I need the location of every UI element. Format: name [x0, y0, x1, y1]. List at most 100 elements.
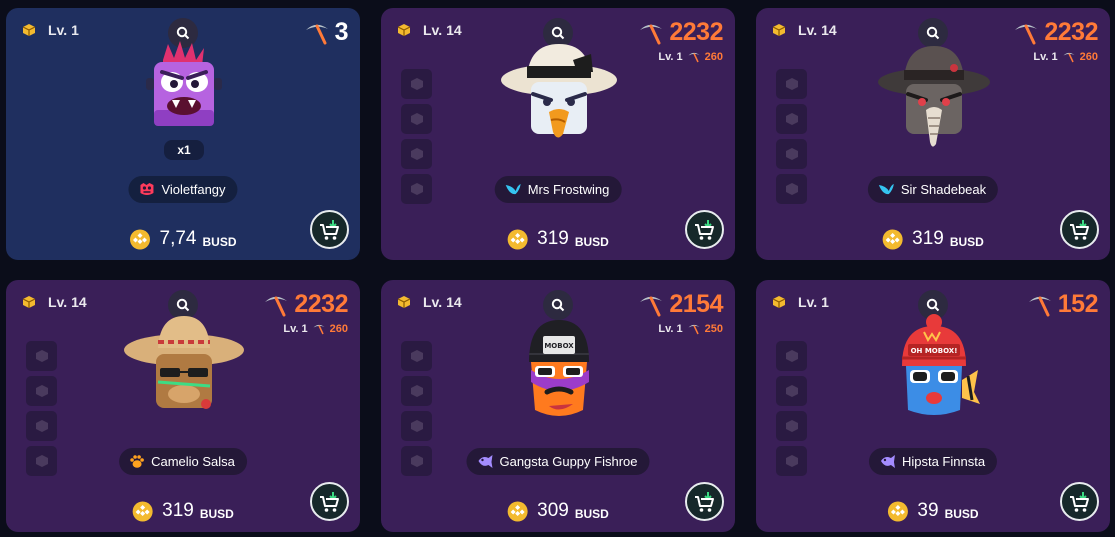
empty-box-icon [410, 113, 423, 125]
empty-box-icon [785, 385, 798, 397]
pickaxe-icon [305, 24, 328, 44]
price-currency: BUSD [944, 506, 979, 521]
pickaxe-icon [1015, 24, 1038, 44]
pickaxe-small-icon [688, 324, 700, 335]
price-value: 319 [912, 228, 944, 249]
camelio-salsa-art [124, 316, 244, 409]
equipment-slot[interactable] [776, 446, 807, 476]
buy-cart-button[interactable] [685, 210, 724, 249]
price-value: 319 [162, 500, 194, 521]
violetfangy-art [146, 41, 222, 126]
empty-box-icon [785, 455, 798, 467]
cart-icon [319, 491, 339, 512]
sub-stats: Lv. 1 260 [1033, 51, 1098, 63]
nft-card[interactable]: Lv. 14 2232 Lv. 1 260 [756, 8, 1110, 260]
hashpower-value: 3 [334, 18, 349, 46]
buy-cart-button[interactable] [1060, 482, 1099, 521]
busd-coin-icon [130, 229, 150, 249]
sub-level: Lv. 1 [283, 323, 308, 335]
box-icon [772, 24, 786, 36]
equipment-slot[interactable] [401, 376, 432, 406]
equipment-slot[interactable] [26, 341, 57, 371]
sub-level: Lv. 1 [658, 323, 683, 335]
sub-stats: Lv. 1 260 [283, 323, 348, 335]
equipment-slot[interactable] [401, 139, 432, 169]
price-currency: BUSD [202, 234, 237, 249]
price-currency: BUSD [949, 234, 984, 249]
box-icon [772, 296, 786, 308]
level-badge: Lv. 1 [22, 22, 79, 38]
empty-box-icon [35, 350, 48, 362]
beanie-label: MOBOX [544, 342, 574, 350]
pickaxe-small-icon [688, 52, 700, 63]
empty-box-icon [410, 350, 423, 362]
equipment-slot[interactable] [401, 104, 432, 134]
empty-box-icon [785, 420, 798, 432]
name-pill: Violetfangy [128, 176, 238, 203]
equipment-slots [26, 341, 57, 476]
empty-box-icon [410, 455, 423, 467]
bird-icon [878, 184, 894, 195]
pickaxe-icon [265, 296, 288, 316]
equipment-slot[interactable] [401, 411, 432, 441]
hashpower-value: 2232 [669, 18, 723, 46]
equipment-slot[interactable] [26, 376, 57, 406]
equipment-slots [776, 341, 807, 476]
monster-face-icon [140, 183, 154, 195]
equipment-slot[interactable] [776, 69, 807, 99]
empty-box-icon [410, 183, 423, 195]
sub-stats: Lv. 1 260 [658, 51, 723, 63]
empty-box-icon [785, 148, 798, 160]
equipment-slot[interactable] [401, 446, 432, 476]
price-value: 39 [917, 500, 939, 521]
equipment-slot[interactable] [401, 341, 432, 371]
level-badge: Lv. 14 [397, 22, 462, 38]
gangsta-guppy-fishroe-art: MOBOX [529, 320, 589, 416]
equipment-slot[interactable] [776, 341, 807, 371]
hashpower: 3 [303, 18, 349, 47]
cart-icon [694, 219, 714, 240]
equipment-slot[interactable] [776, 174, 807, 204]
empty-box-icon [35, 385, 48, 397]
box-icon [397, 296, 411, 308]
nft-card[interactable]: Lv. 1 3 x1 Violetfangy 7,74 BUSD [6, 8, 360, 260]
mrs-frostwing-art [501, 44, 617, 138]
fish-icon [880, 455, 895, 468]
equipment-slot[interactable] [26, 411, 57, 441]
nft-card-grid: Lv. 1 3 x1 Violetfangy 7,74 BUSD Lv. 14 … [6, 8, 1110, 534]
pickaxe-icon [1028, 296, 1051, 316]
sub-power: 260 [329, 323, 348, 335]
buy-cart-button[interactable] [1060, 210, 1099, 249]
empty-box-icon [785, 183, 798, 195]
nft-card[interactable]: Lv. 14 2232 Lv. 1 260 [381, 8, 735, 260]
paw-icon [130, 455, 144, 468]
equipment-slot[interactable] [776, 376, 807, 406]
hipsta-finnsta-art: OH MOBOX! [902, 314, 980, 415]
cart-icon [1069, 491, 1089, 512]
buy-cart-button[interactable] [310, 210, 349, 249]
nft-card[interactable]: Lv. 1 152 OH MOBOX! Hipsta Finnsta 39 BU… [756, 280, 1110, 532]
name-pill: Hipsta Finnsta [868, 448, 998, 475]
name-pill: Gangsta Guppy Fishroe [466, 448, 650, 475]
equipment-slots [401, 341, 432, 476]
nft-card[interactable]: Lv. 14 2232 Lv. 1 260 [6, 280, 360, 532]
busd-coin-icon [507, 501, 528, 521]
price: 39 BUSD [887, 500, 979, 522]
equipment-slot[interactable] [776, 104, 807, 134]
hashpower-value: 2232 [1044, 18, 1098, 46]
hashpower: 152 [1026, 290, 1099, 319]
equipment-slot[interactable] [776, 139, 807, 169]
nft-card[interactable]: Lv. 14 2154 Lv. 1 250 MOBOX Gangsta Gupp… [381, 280, 735, 532]
equipment-slot[interactable] [776, 411, 807, 441]
equipment-slot[interactable] [26, 446, 57, 476]
buy-cart-button[interactable] [685, 482, 724, 521]
equipment-slot[interactable] [401, 174, 432, 204]
buy-cart-button[interactable] [310, 482, 349, 521]
price-currency: BUSD [199, 506, 234, 521]
busd-coin-icon [887, 501, 908, 521]
hashpower-value: 152 [1057, 290, 1099, 318]
sub-level: Lv. 1 [658, 51, 683, 63]
equipment-slot[interactable] [401, 69, 432, 99]
nft-name: Violetfangy [161, 182, 226, 197]
hashpower: 2232 [637, 18, 723, 47]
